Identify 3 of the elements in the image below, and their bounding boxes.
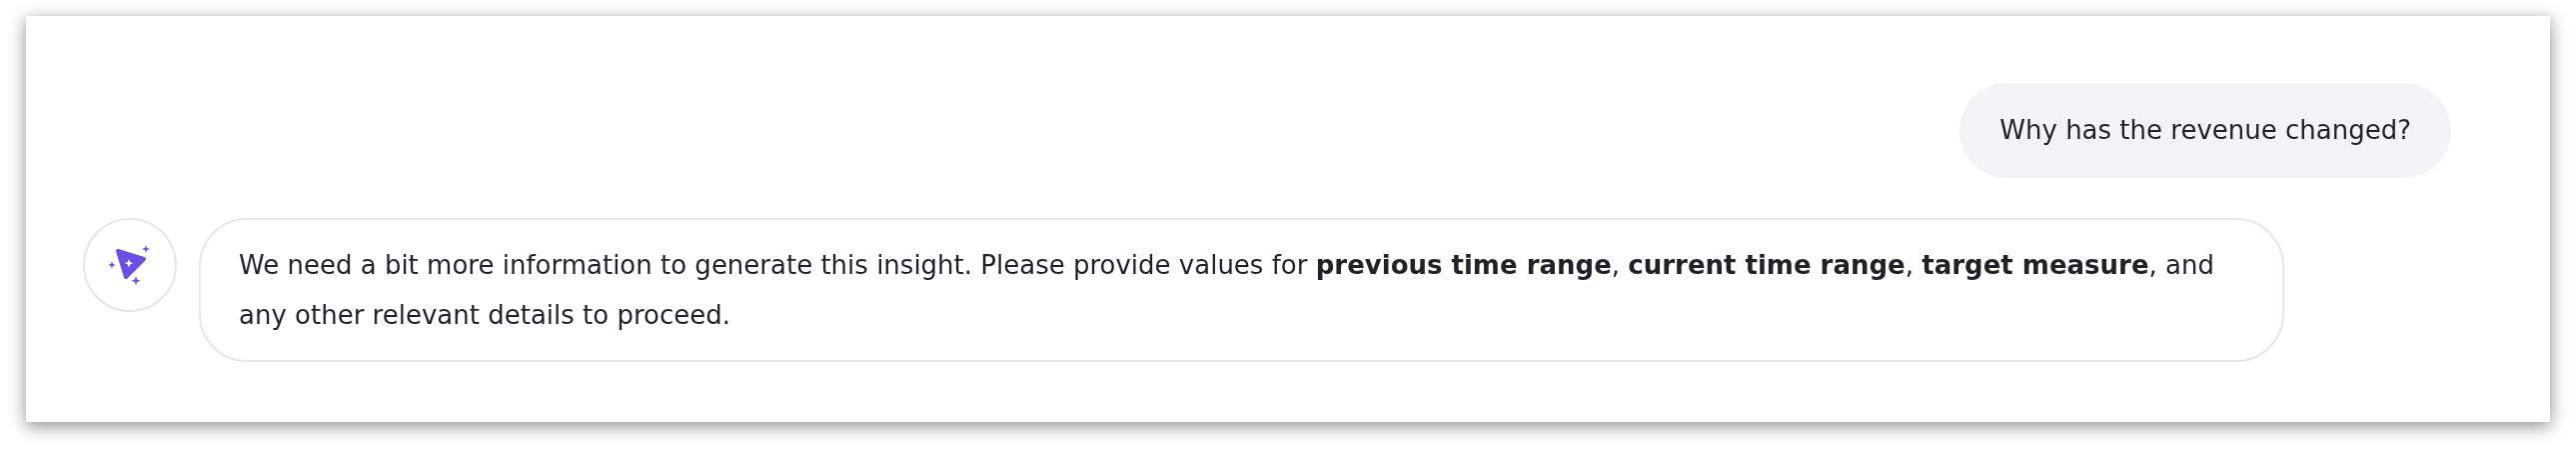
sparkle-triangle-icon <box>108 243 152 287</box>
user-message: Why has the revenue changed? <box>1959 83 2451 178</box>
assistant-message: We need a bit more information to generate this insight. Please provide values for previous time range, current time range, target measure, and any other relevant details to proceed. <box>239 249 2215 332</box>
